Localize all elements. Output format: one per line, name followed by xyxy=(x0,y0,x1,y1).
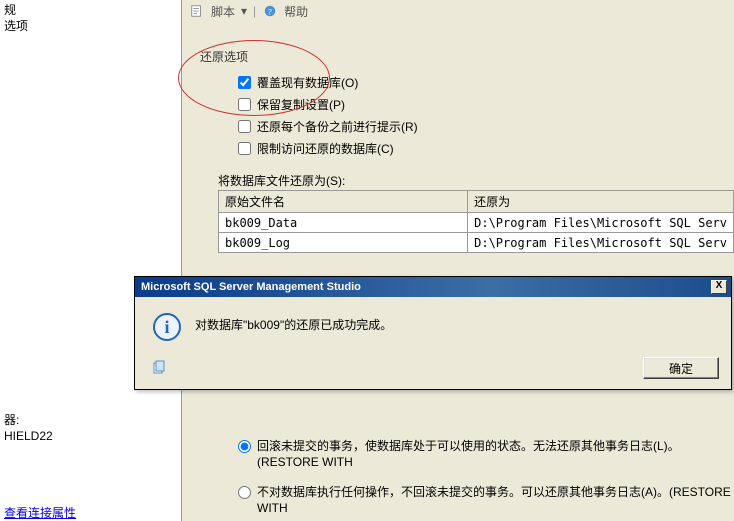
overwrite-checkbox[interactable] xyxy=(238,76,251,89)
dropdown-icon[interactable]: ▾ xyxy=(241,4,247,18)
option-preserve-replication[interactable]: 保留复制设置(P) xyxy=(238,96,345,113)
option-restrict-access[interactable]: 限制访问还原的数据库(C) xyxy=(238,140,394,157)
preserve-replication-checkbox[interactable] xyxy=(238,98,251,111)
prompt-before-each-checkbox[interactable] xyxy=(238,120,251,133)
prompt-before-each-label: 还原每个备份之前进行提示(R) xyxy=(257,118,418,135)
restore-files-table: 原始文件名 还原为 bk009_Data D:\Program Files\Mi… xyxy=(218,190,734,253)
recovery-state-option-2[interactable]: 不对数据库执行任何操作，不回滚未提交的事务。可以还原其他事务日志(A)。(RES… xyxy=(238,484,733,516)
ok-button[interactable]: 确定 xyxy=(643,357,719,379)
view-connection-props-link[interactable]: 查看连接属性 xyxy=(4,504,76,521)
col-original-filename[interactable]: 原始文件名 xyxy=(219,191,468,213)
restrict-access-checkbox[interactable] xyxy=(238,142,251,155)
recovery-state-option-1[interactable]: 回滚未提交的事务，使数据库处于可以使用的状态。无法还原其他事务日志(L)。(RE… xyxy=(238,438,733,470)
left-item-options[interactable]: 选项 xyxy=(4,18,178,34)
restore-files-as-label: 将数据库文件还原为(S): xyxy=(218,172,345,189)
overwrite-label: 覆盖现有数据库(O) xyxy=(257,74,358,91)
dialog-titlebar[interactable]: Microsoft SQL Server Management Studio X xyxy=(135,277,731,297)
script-icon[interactable] xyxy=(189,3,205,19)
cell-restoreas[interactable]: D:\Program Files\Microsoft SQL Serv xyxy=(468,233,734,253)
restore-options-heading: 还原选项 xyxy=(200,48,248,65)
recovery-label-2: 不对数据库执行任何操作，不回滚未提交的事务。可以还原其他事务日志(A)。(RES… xyxy=(257,484,733,516)
option-prompt-before-each[interactable]: 还原每个备份之前进行提示(R) xyxy=(238,118,418,135)
toolbar-script-label[interactable]: 脚本 xyxy=(211,3,235,20)
preserve-replication-label: 保留复制设置(P) xyxy=(257,96,345,113)
left-item-general[interactable]: 规 xyxy=(4,2,178,18)
copy-icon[interactable] xyxy=(151,360,167,376)
restrict-access-label: 限制访问还原的数据库(C) xyxy=(257,140,394,157)
svg-text:?: ? xyxy=(268,7,272,17)
info-icon: i xyxy=(153,313,181,341)
option-overwrite[interactable]: 覆盖现有数据库(O) xyxy=(238,74,358,91)
cell-restoreas[interactable]: D:\Program Files\Microsoft SQL Serv xyxy=(468,213,734,233)
cell-filename: bk009_Data xyxy=(219,213,468,233)
recovery-radio-1[interactable] xyxy=(238,440,251,453)
recovery-radio-2[interactable] xyxy=(238,486,251,499)
table-row[interactable]: bk009_Log D:\Program Files\Microsoft SQL… xyxy=(219,233,734,253)
toolbar-help-label[interactable]: 帮助 xyxy=(284,3,308,20)
cell-filename: bk009_Log xyxy=(219,233,468,253)
left-server-name: HIELD22 xyxy=(4,428,178,444)
close-icon[interactable]: X xyxy=(711,280,727,294)
left-server-label: 器: xyxy=(4,412,178,428)
toolbar: 脚本 ▾ | ? 帮助 xyxy=(183,0,314,22)
message-dialog: Microsoft SQL Server Management Studio X… xyxy=(134,276,732,390)
dialog-message: 对数据库"bk009"的还原已成功完成。 xyxy=(195,313,392,333)
help-icon[interactable]: ? xyxy=(262,3,278,19)
toolbar-separator: | xyxy=(253,4,256,18)
table-row[interactable]: bk009_Data D:\Program Files\Microsoft SQ… xyxy=(219,213,734,233)
dialog-title-text: Microsoft SQL Server Management Studio xyxy=(141,281,361,293)
col-restore-as[interactable]: 还原为 xyxy=(468,191,734,213)
recovery-label-1: 回滚未提交的事务，使数据库处于可以使用的状态。无法还原其他事务日志(L)。(RE… xyxy=(257,438,733,470)
